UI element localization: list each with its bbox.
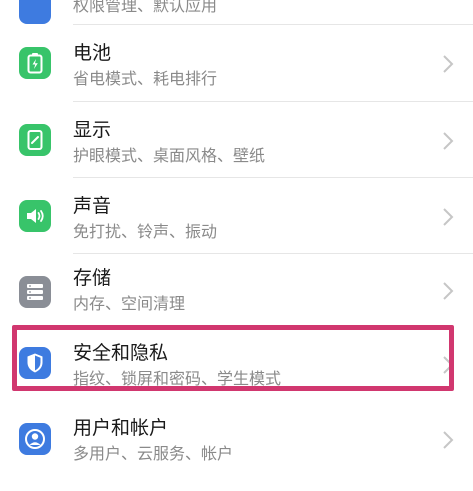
settings-item-subtitle: 免打扰、铃声、振动 [73, 222, 218, 241]
settings-item-battery[interactable]: 电池 省电模式、耗电排行 [0, 25, 473, 100]
settings-item-title: 安全和隐私 [73, 342, 169, 364]
user-account-icon [19, 423, 51, 455]
battery-icon [19, 47, 51, 79]
settings-item-display[interactable]: 显示 护眼模式、桌面风格、壁纸 [0, 102, 473, 177]
chevron-right-icon [443, 208, 454, 226]
display-icon [19, 124, 51, 156]
settings-item-subtitle: 内存、空间清理 [73, 294, 186, 313]
settings-item-subtitle: 指纹、锁屏和密码、学生模式 [73, 369, 282, 388]
settings-item-sound[interactable]: 声音 免打扰、铃声、振动 [0, 178, 473, 253]
storage-icon [19, 276, 51, 308]
chevron-right-icon [443, 356, 454, 374]
settings-list: 权限管理、默认应用 电池 省电模式、耗电排行 显示 护眼模式、桌面风格、壁纸 声… [0, 0, 473, 491]
settings-item-title: 用户和帐户 [73, 417, 169, 439]
chevron-right-icon [443, 132, 454, 150]
settings-item-title: 声音 [73, 195, 112, 217]
settings-item-title: 存储 [73, 267, 112, 289]
settings-item-subtitle: 护眼模式、桌面风格、壁纸 [73, 146, 266, 165]
chevron-right-icon [443, 282, 454, 300]
sound-icon [19, 200, 51, 232]
settings-item-subtitle: 权限管理、默认应用 [73, 0, 218, 15]
settings-item-title: 显示 [73, 119, 112, 141]
chevron-right-icon [443, 431, 454, 449]
settings-item-users-accounts[interactable]: 用户和帐户 多用户、云服务、帐户 [0, 405, 473, 480]
settings-item-security-privacy[interactable]: 安全和隐私 指纹、锁屏和密码、学生模式 [0, 330, 473, 405]
chevron-right-icon [443, 55, 454, 73]
settings-item-subtitle: 省电模式、耗电排行 [73, 69, 218, 88]
shield-icon [19, 347, 51, 379]
settings-item-title: 电池 [73, 42, 112, 64]
settings-item-storage[interactable]: 存储 内存、空间清理 [0, 254, 473, 329]
settings-item-subtitle: 多用户、云服务、帐户 [73, 444, 234, 463]
apps-icon [19, 0, 51, 24]
